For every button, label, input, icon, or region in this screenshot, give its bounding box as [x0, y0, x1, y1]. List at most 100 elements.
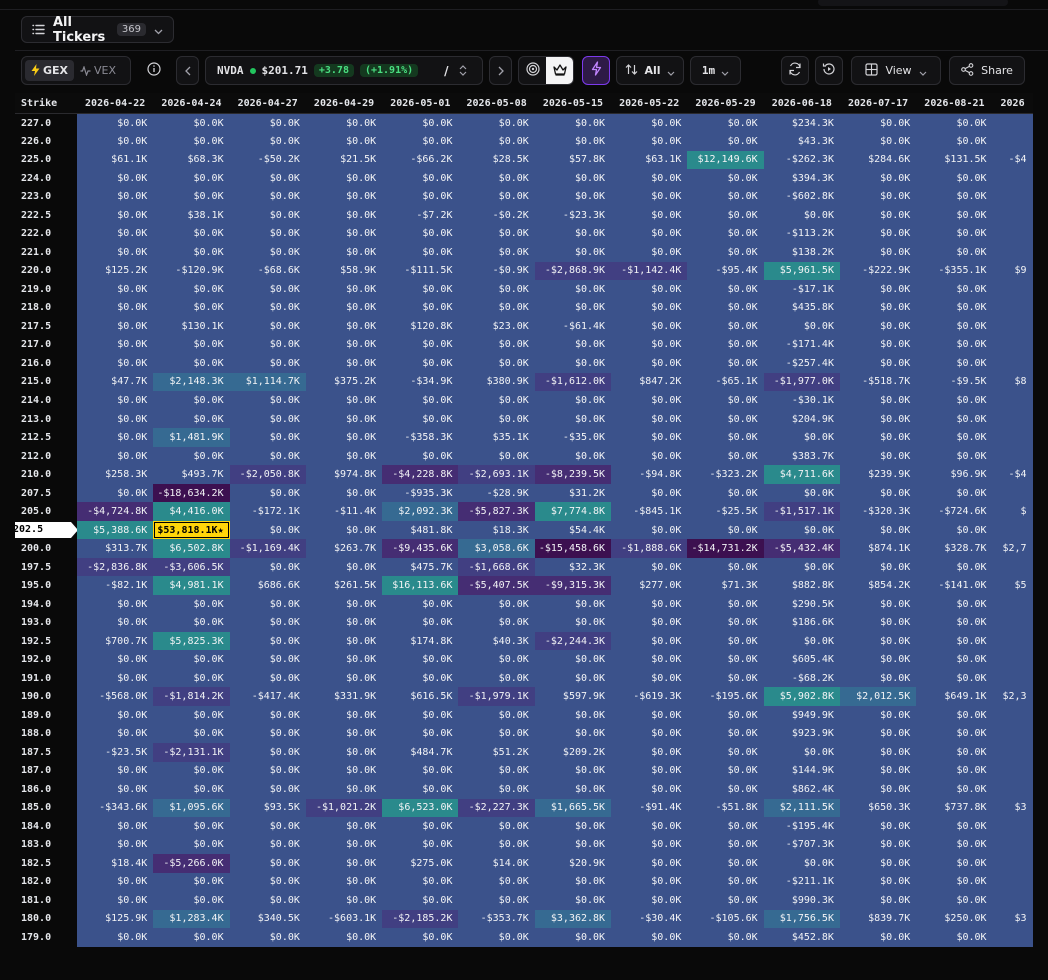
gex-cell[interactable]: $0.0K	[229, 224, 306, 244]
gex-cell[interactable]: $0.0K	[687, 743, 764, 762]
gex-cell[interactable]: -$222.9K	[839, 261, 917, 281]
gex-cell[interactable]: $0.0K	[534, 835, 612, 855]
gex-cell[interactable]: $0.0K	[611, 724, 688, 744]
gex-cell[interactable]: $0.0K	[382, 668, 459, 688]
gex-cell[interactable]: -$1,668.6K	[458, 557, 535, 577]
gex-cell[interactable]: $1,095.6K	[153, 798, 230, 818]
gex-cell[interactable]: $0.0K	[916, 169, 993, 188]
table-row[interactable]: 222.5 $0.0K $38.1K $0.0K $0.0K -$7.2K -$0.2K -$…	[15, 206, 1033, 225]
gex-cell[interactable]: $0.0K	[687, 761, 764, 781]
gex-cell[interactable]: -$65.1K	[687, 372, 764, 392]
gex-cell[interactable]: $0.0K	[458, 817, 535, 836]
gex-cell[interactable]: $0.0K	[763, 428, 840, 447]
gex-cell[interactable]: $0.0K	[229, 891, 306, 910]
gex-cell[interactable]: $0.0K	[687, 706, 764, 725]
gex-cell[interactable]: $0.0K	[153, 761, 230, 781]
gex-cell[interactable]: $0.0K	[305, 224, 383, 244]
gex-cell[interactable]	[992, 354, 1033, 373]
gex-cell[interactable]: $1,114.7K	[229, 372, 306, 392]
gex-cell[interactable]	[992, 928, 1033, 947]
gex-cell[interactable]: $204.9K	[763, 409, 840, 429]
gex-cell[interactable]: -$14,731.2K	[687, 539, 764, 558]
gex-cell[interactable]: $35.1K	[458, 428, 535, 447]
table-row[interactable]: 193.0 $0.0K $0.0K $0.0K $0.0K $0.0K $0.0K $0.0K…	[15, 613, 1033, 632]
gex-cell[interactable]: $0.0K	[916, 483, 993, 503]
gex-cell[interactable]: -$5,432.4K	[763, 539, 840, 558]
gex-cell[interactable]: $0.0K	[305, 298, 383, 318]
gex-cell[interactable]: $0.0K	[382, 891, 459, 910]
expiry-column-header[interactable]: 2026-04-29	[305, 93, 383, 114]
gex-cell[interactable]: $0.0K	[305, 761, 383, 781]
gex-cell[interactable]: $71.3K	[687, 576, 764, 595]
gex-cell[interactable]: $0.0K	[534, 780, 612, 799]
gex-cell[interactable]: $0.0K	[229, 169, 306, 188]
gex-cell[interactable]: $0.0K	[305, 872, 383, 892]
gex-cell[interactable]	[992, 891, 1033, 910]
table-row[interactable]: 189.0 $0.0K $0.0K $0.0K $0.0K $0.0K $0.0K $0.0K…	[15, 706, 1033, 725]
gex-cell[interactable]: $23.0K	[458, 317, 535, 336]
gex-cell[interactable]: $0.0K	[382, 928, 459, 947]
gex-cell[interactable]: -$1,169.4K	[229, 539, 306, 558]
expiry-column-header[interactable]: 2026-04-24	[153, 93, 230, 114]
gex-cell[interactable]: $605.4K	[763, 650, 840, 669]
gex-cell[interactable]: $0.0K	[229, 428, 306, 447]
gex-cell[interactable]: $58.9K	[305, 261, 383, 281]
gex-cell[interactable]: $0.0K	[839, 668, 917, 688]
gex-cell[interactable]: $0.0K	[77, 169, 154, 188]
gex-cell[interactable]: $0.0K	[916, 354, 993, 373]
gex-cell[interactable]: $0.0K	[305, 391, 383, 410]
gex-cell[interactable]: $0.0K	[611, 354, 688, 373]
gex-cell[interactable]: $0.0K	[534, 280, 612, 299]
gex-cell[interactable]: $435.8K	[763, 298, 840, 318]
gex-cell[interactable]: $0.0K	[458, 668, 535, 688]
expiry-column-header[interactable]: 2026-05-08	[458, 93, 535, 114]
info-button[interactable]	[142, 56, 166, 85]
gex-cell[interactable]: $0.0K	[916, 557, 993, 577]
gex-cell[interactable]: $9	[992, 261, 1033, 281]
table-row[interactable]: 215.0 $47.7K $2,148.3K $1,114.7K $375.2K -$34…	[15, 372, 1033, 392]
gex-cell[interactable]	[992, 391, 1033, 410]
gex-cell[interactable]: $0.0K	[916, 650, 993, 669]
gex-cell[interactable]: -$4	[992, 465, 1033, 484]
gex-cell[interactable]: $0.0K	[305, 335, 383, 355]
gex-cell[interactable]: $0.0K	[77, 668, 154, 688]
gex-cell[interactable]: $96.9K	[916, 465, 993, 484]
gex-cell[interactable]: $0.0K	[382, 354, 459, 373]
gex-cell[interactable]: $0.0K	[153, 354, 230, 373]
gex-cell[interactable]: $0.0K	[916, 631, 993, 651]
table-row[interactable]: 188.0 $0.0K $0.0K $0.0K $0.0K $0.0K $0.0K $0.0K…	[15, 724, 1033, 744]
table-row[interactable]: 212.0 $0.0K $0.0K $0.0K $0.0K $0.0K $0.0K $0.0K…	[15, 446, 1033, 466]
gex-cell[interactable]: $0.0K	[77, 613, 154, 632]
gex-cell[interactable]: $452.8K	[763, 928, 840, 947]
gex-cell[interactable]: $0.0K	[153, 132, 230, 151]
gex-cell[interactable]: $0.0K	[534, 409, 612, 429]
gex-cell[interactable]: $1,283.4K	[153, 909, 230, 929]
gex-cell[interactable]: $0.0K	[687, 557, 764, 577]
gex-cell[interactable]: $0.0K	[153, 409, 230, 429]
gex-cell[interactable]: $0.0K	[382, 706, 459, 725]
gex-cell[interactable]: $0.0K	[916, 706, 993, 725]
gex-cell[interactable]: $250.0K	[916, 909, 993, 929]
gex-cell[interactable]: $0.0K	[916, 446, 993, 466]
gex-cell[interactable]: -$417.4K	[229, 687, 306, 706]
gex-cell[interactable]: -$262.3K	[763, 150, 840, 170]
gex-cell[interactable]: $284.6K	[839, 150, 917, 170]
gex-cell[interactable]: -$195.6K	[687, 687, 764, 706]
gex-cell[interactable]: $0.0K	[153, 613, 230, 632]
table-row[interactable]: 200.0 $313.7K $6,502.8K -$1,169.4K $263.7K -$…	[15, 539, 1033, 558]
gex-cell[interactable]: $0.0K	[916, 872, 993, 892]
gex-cell[interactable]: $209.2K	[534, 743, 612, 762]
gex-cell[interactable]: $0.0K	[534, 243, 612, 262]
gex-cell[interactable]: $0.0K	[382, 817, 459, 836]
gex-cell[interactable]: $0.0K	[153, 780, 230, 799]
gex-cell[interactable]: $0.0K	[382, 224, 459, 244]
gex-cell[interactable]: $484.7K	[382, 743, 459, 762]
gex-cell[interactable]: -$4,724.8K	[77, 502, 154, 521]
gex-cell[interactable]: $650.3K	[839, 798, 917, 818]
gex-cell[interactable]: $32.3K	[534, 557, 612, 577]
gex-cell[interactable]: $0.0K	[458, 613, 535, 632]
gex-cell[interactable]: -$0.2K	[458, 206, 535, 225]
gex-cell[interactable]: $0.0K	[305, 835, 383, 855]
expiry-column-header[interactable]: 2026-04-27	[229, 93, 306, 114]
table-row[interactable]: 195.0 -$82.1K $4,981.1K $686.6K $261.5K $16,1…	[15, 576, 1033, 595]
